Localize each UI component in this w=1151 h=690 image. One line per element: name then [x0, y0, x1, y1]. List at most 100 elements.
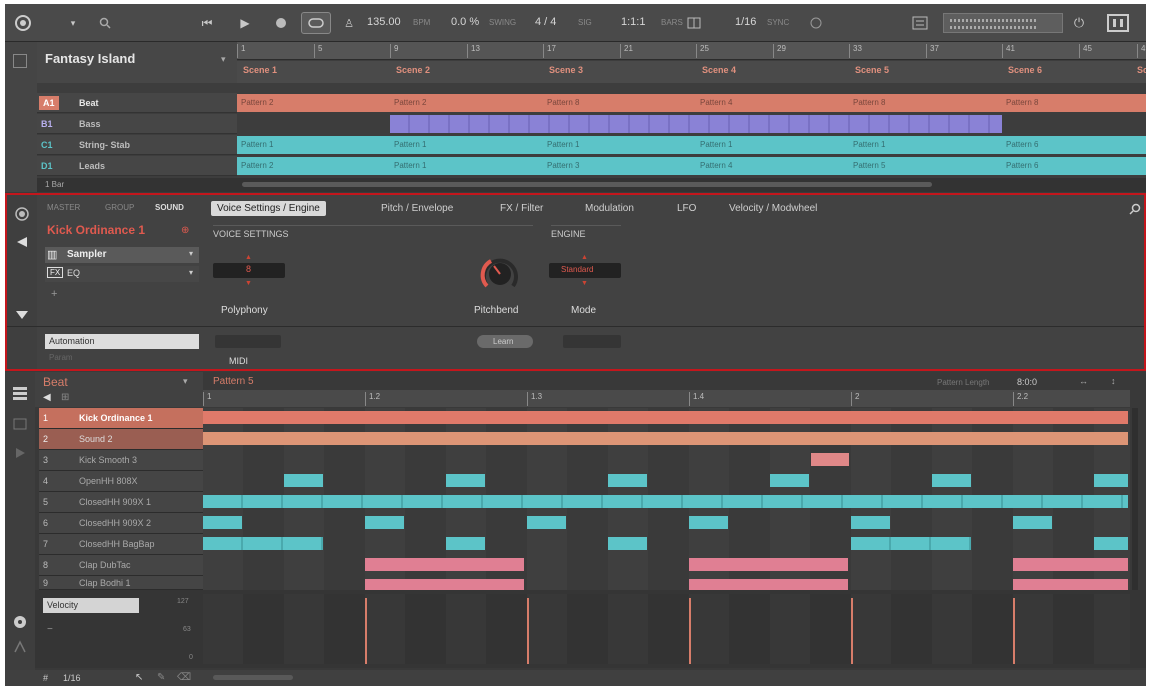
record-icon[interactable]: [269, 12, 293, 34]
note[interactable]: [851, 537, 971, 550]
note[interactable]: [446, 474, 485, 487]
play-mode-icon[interactable]: [13, 446, 27, 460]
increment-icon[interactable]: ▲: [581, 254, 588, 261]
note[interactable]: [1013, 558, 1128, 571]
decrement-icon[interactable]: ▼: [245, 280, 252, 287]
arranger-scrollbar[interactable]: [242, 182, 932, 187]
sound-slot-9[interactable]: 9 Clap Bodhi 1: [39, 576, 203, 590]
plugin-icon[interactable]: [15, 235, 29, 249]
plugin-slot-eq[interactable]: FX EQ ▾: [45, 266, 199, 282]
note[interactable]: [608, 474, 647, 487]
signature-value[interactable]: 4 / 4: [535, 16, 556, 28]
midi-value-field[interactable]: [563, 335, 621, 348]
note[interactable]: [1013, 516, 1052, 529]
pattern-horizontal-scrollbar[interactable]: [213, 675, 293, 680]
project-dropdown-icon[interactable]: ▾: [221, 54, 226, 65]
group-label[interactable]: A1 Beat: [37, 93, 237, 113]
velocity-selector[interactable]: Velocity: [43, 598, 139, 613]
note-lane-4[interactable]: [203, 471, 1130, 492]
pattern-vertical-scrollbar[interactable]: [1132, 408, 1138, 590]
pattern-clip[interactable]: Pattern 3: [543, 157, 696, 175]
note[interactable]: [365, 516, 404, 529]
master-volume-meter[interactable]: [943, 13, 1063, 33]
group-row-c1[interactable]: C1 String- Stab Pattern 1 Pattern 1 Patt…: [37, 135, 1146, 155]
tab-group[interactable]: GROUP: [105, 203, 134, 212]
sound-slot-5[interactable]: 5 ClosedHH 909X 1: [39, 492, 203, 513]
increment-icon[interactable]: ▲: [245, 254, 252, 261]
midi-field[interactable]: [215, 335, 281, 348]
keyboard-view-icon[interactable]: [1103, 12, 1133, 34]
pattern-clip[interactable]: Pattern 1: [696, 136, 849, 154]
sound-slot-1[interactable]: 1 Kick Ordinance 1: [39, 408, 203, 429]
note[interactable]: [1094, 474, 1128, 487]
pattern-clip[interactable]: Pattern 6: [1002, 157, 1146, 175]
pattern-group-name[interactable]: Beat: [43, 375, 68, 389]
note[interactable]: [203, 432, 1128, 445]
velocity-bar[interactable]: [365, 598, 367, 664]
add-plugin-button[interactable]: +: [51, 288, 57, 300]
note[interactable]: [851, 516, 890, 529]
note[interactable]: [203, 516, 242, 529]
pattern-clip[interactable]: Pattern 4: [696, 157, 849, 175]
note-lane-2[interactable]: [203, 429, 1130, 450]
pattern-clip[interactable]: Pattern 6: [1002, 136, 1146, 154]
position-value[interactable]: 1:1:1: [621, 16, 645, 28]
pattern-clip[interactable]: Pattern 8: [543, 94, 696, 112]
group-row-d1[interactable]: D1 Leads Pattern 2 Pattern 1 Pattern 3 P…: [37, 156, 1146, 176]
zoom-horizontal-icon[interactable]: ↔: [1079, 376, 1088, 386]
note-lane-6[interactable]: [203, 513, 1130, 534]
note[interactable]: [527, 516, 566, 529]
tab-master[interactable]: MASTER: [47, 203, 80, 212]
note-lane-1[interactable]: [203, 408, 1130, 429]
pitchbend-knob[interactable]: [477, 253, 523, 293]
note[interactable]: [284, 474, 323, 487]
scene-slot[interactable]: Scene 5: [855, 65, 889, 75]
loop-icon[interactable]: [301, 12, 331, 34]
play-icon[interactable]: ▶: [233, 12, 257, 34]
zoom-icon[interactable]: [1129, 203, 1141, 215]
note[interactable]: [932, 474, 971, 487]
pattern-clip[interactable]: Pattern 1: [543, 136, 696, 154]
pattern-clip[interactable]: Pattern 4: [696, 94, 849, 112]
arranger-ruler[interactable]: 1 5 9 13 17 21 25 29 33 37 41 45 49: [237, 42, 1146, 60]
note[interactable]: [689, 558, 848, 571]
tab-lfo[interactable]: LFO: [677, 203, 696, 214]
note-lane-7[interactable]: [203, 534, 1130, 555]
maschine-logo-icon[interactable]: [11, 12, 35, 34]
sync-indicator-icon[interactable]: [808, 12, 824, 34]
step-grid-value[interactable]: 1/16: [63, 673, 81, 683]
sound-slot-4[interactable]: 4 OpenHH 808X: [39, 471, 203, 492]
rewind-icon[interactable]: ⏮: [195, 12, 219, 34]
pattern-clip[interactable]: Pattern 1: [849, 136, 1002, 154]
pattern-clip[interactable]: Pattern 8: [1002, 94, 1146, 112]
pattern-length-value[interactable]: 8:0:0: [1017, 377, 1037, 387]
note[interactable]: [811, 453, 849, 466]
scene-slot[interactable]: Scene 1: [243, 65, 277, 75]
automation-header[interactable]: Automation: [45, 334, 199, 349]
pattern-clip[interactable]: Pattern 1: [390, 136, 543, 154]
note-lane-3[interactable]: [203, 450, 1130, 471]
pattern-clip[interactable]: Pattern 1: [390, 157, 543, 175]
sound-name[interactable]: Kick Ordinance 1: [47, 223, 145, 237]
collapse-down-icon[interactable]: [15, 307, 29, 321]
sound-slot-2[interactable]: 2 Sound 2: [39, 429, 203, 450]
note[interactable]: [203, 411, 1128, 424]
tab-pitch-envelope[interactable]: Pitch / Envelope: [381, 203, 453, 214]
pattern-clip[interactable]: Pattern 2: [237, 94, 390, 112]
tab-sound[interactable]: SOUND: [155, 203, 184, 212]
note[interactable]: [446, 537, 485, 550]
record-mode-icon[interactable]: [15, 207, 29, 221]
note[interactable]: [689, 516, 728, 529]
minus-icon[interactable]: −: [47, 624, 53, 635]
grid-value[interactable]: 1/16: [735, 16, 756, 28]
group-label[interactable]: D1 Leads: [37, 156, 237, 176]
pattern-clip[interactable]: Pattern 8: [849, 94, 1002, 112]
select-tool-icon[interactable]: ↖: [135, 672, 143, 683]
group-row-a1[interactable]: A1 Beat Pattern 2 Pattern 2 Pattern 8 Pa…: [37, 93, 1146, 113]
metronome-icon[interactable]: ♙: [341, 12, 357, 34]
midi-plug-icon[interactable]: [13, 640, 27, 654]
decrement-icon[interactable]: ▼: [581, 280, 588, 287]
scene-slot[interactable]: Scene 3: [549, 65, 583, 75]
zoom-vertical-icon[interactable]: ↕: [1111, 376, 1116, 386]
tempo-value[interactable]: 135.00: [367, 16, 401, 28]
